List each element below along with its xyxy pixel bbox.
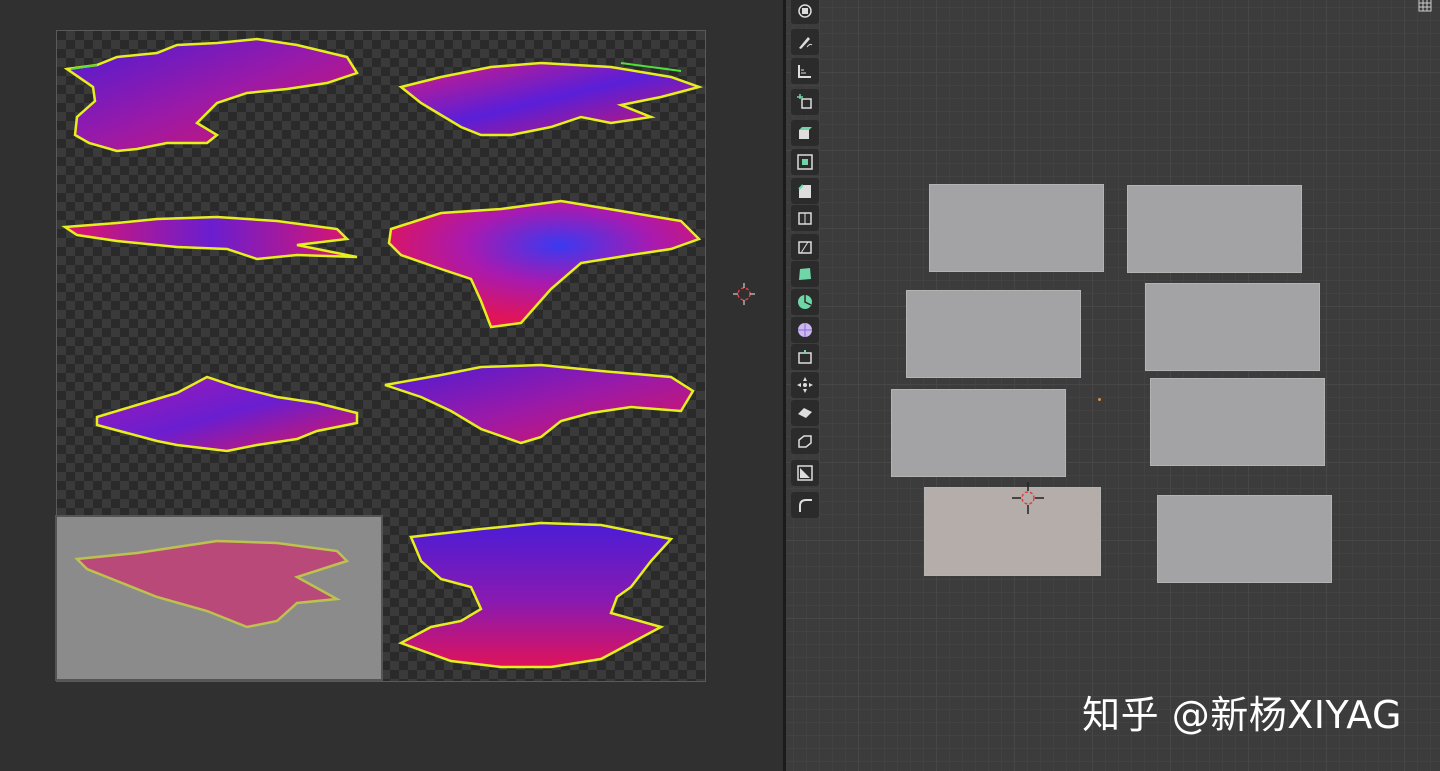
knife-icon[interactable]: [791, 234, 819, 260]
shrink-fatten-icon[interactable]: [791, 372, 819, 398]
grid-toggle-icon[interactable]: [1418, 0, 1432, 12]
3d-cursor-icon[interactable]: [1012, 482, 1044, 514]
origin-point: [1098, 398, 1101, 401]
annotate-icon[interactable]: [791, 29, 819, 55]
watermark-text: 知乎 @新杨XIYAG: [1082, 693, 1402, 737]
2d-cursor-icon[interactable]: [733, 283, 755, 305]
3d-viewport[interactable]: [786, 0, 1440, 771]
plane-4[interactable]: [1145, 283, 1320, 371]
inset-icon[interactable]: [791, 149, 819, 175]
edge-slide-icon[interactable]: [791, 344, 819, 370]
plane-3[interactable]: [906, 290, 1081, 378]
texture-tile-7-selected[interactable]: [55, 515, 383, 681]
texture-tile-2: [381, 31, 705, 193]
rip-icon[interactable]: [791, 428, 819, 454]
loop-cut-icon[interactable]: [791, 205, 819, 231]
bevel-icon[interactable]: [791, 178, 819, 204]
texture-tile-4: [381, 193, 705, 355]
texture-tile-5: [57, 355, 381, 517]
spin-icon[interactable]: [791, 289, 819, 315]
plane-5[interactable]: [891, 389, 1066, 477]
texture-tile-1: [57, 31, 381, 193]
uv-image-editor[interactable]: [0, 0, 783, 771]
uv-mask-icon[interactable]: [791, 460, 819, 486]
texture-tile-8: [381, 517, 705, 679]
plane-8[interactable]: [1157, 495, 1332, 583]
measure-icon[interactable]: [791, 58, 819, 84]
texture-tile-3: [57, 193, 381, 355]
view-pivot-icon[interactable]: [791, 0, 819, 24]
plane-2[interactable]: [1127, 185, 1302, 273]
curve-icon[interactable]: [791, 492, 819, 518]
plane-6[interactable]: [1150, 378, 1325, 466]
smooth-icon[interactable]: [791, 317, 819, 343]
poly-build-icon[interactable]: [791, 261, 819, 287]
texture-canvas[interactable]: [55, 30, 706, 682]
texture-tile-6: [381, 355, 705, 517]
shear-icon[interactable]: [791, 400, 819, 426]
plane-1[interactable]: [929, 184, 1104, 272]
add-cube-icon[interactable]: [791, 89, 819, 115]
extrude-icon[interactable]: [791, 120, 819, 146]
